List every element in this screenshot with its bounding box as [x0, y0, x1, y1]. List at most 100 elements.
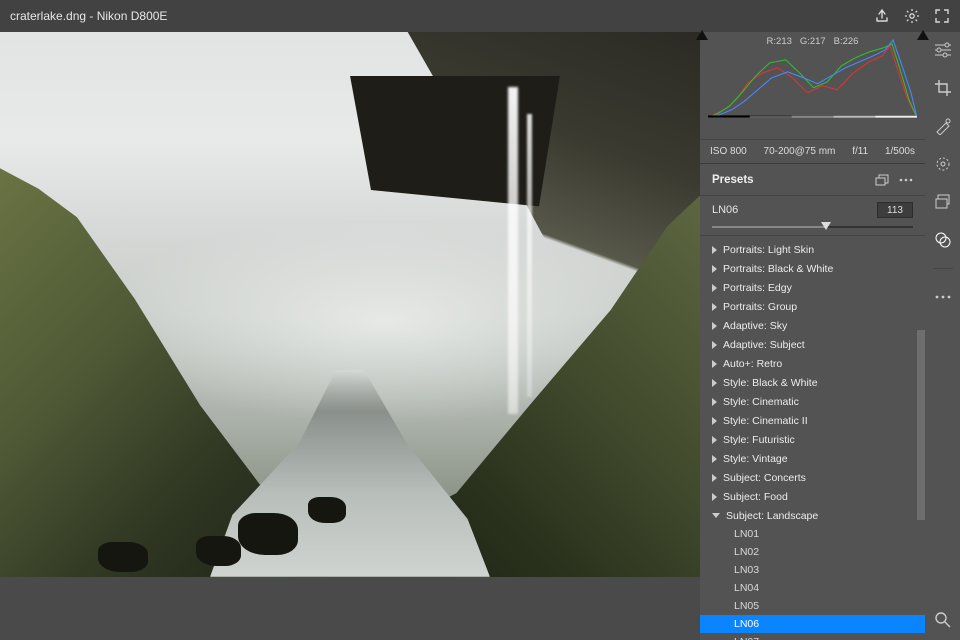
preset-group[interactable]: Adaptive: Subject [700, 335, 925, 354]
disclosure-triangle-icon [712, 513, 720, 518]
preset-group-label: Subject: Food [723, 491, 788, 503]
preset-group-label: Auto+: Retro [723, 358, 782, 370]
toolrail [925, 32, 960, 640]
crop-icon[interactable] [933, 78, 953, 98]
file-title: craterlake.dng - Nikon D800E [10, 9, 167, 23]
fullscreen-icon[interactable] [934, 8, 950, 24]
preset-group-label: Portraits: Black & White [723, 263, 833, 275]
preset-amount-label: LN06 [712, 204, 738, 216]
disclosure-triangle-icon [712, 436, 717, 444]
disclosure-triangle-icon [712, 455, 717, 463]
photo-rock [98, 542, 148, 572]
disclosure-triangle-icon [712, 322, 717, 330]
preset-group[interactable]: Adaptive: Sky [700, 316, 925, 335]
preset-amount-slider[interactable] [712, 226, 913, 228]
preset-item[interactable]: LN04 [700, 579, 925, 597]
disclosure-triangle-icon [712, 493, 717, 501]
preset-amount-fill [712, 226, 826, 228]
preset-group-label: Portraits: Light Skin [723, 244, 814, 256]
title-sep: - [86, 9, 97, 23]
presets-title: Presets [712, 174, 754, 186]
disclosure-triangle-icon [712, 303, 717, 311]
preset-amount: LN06 113 [700, 196, 925, 236]
export-icon[interactable] [874, 8, 890, 24]
preset-item[interactable]: LN03 [700, 561, 925, 579]
preset-amount-value[interactable]: 113 [877, 202, 913, 218]
preset-group-label: Adaptive: Sky [723, 320, 787, 332]
disclosure-triangle-icon [712, 417, 717, 425]
scrollbar-thumb[interactable] [917, 330, 925, 520]
preset-group[interactable]: Subject: Food [700, 487, 925, 506]
heal-brush-icon[interactable] [933, 116, 953, 136]
preset-amount-thumb[interactable] [821, 222, 831, 230]
disclosure-triangle-icon [712, 398, 717, 406]
toolrail-separator [933, 268, 953, 269]
photo-waterfall [508, 87, 518, 414]
layers-icon[interactable] [933, 192, 953, 212]
presets-header: Presets [700, 164, 925, 196]
preset-item[interactable]: LN05 [700, 597, 925, 615]
preset-item[interactable]: LN07 [700, 633, 925, 640]
preset-group-label: Style: Black & White [723, 377, 818, 389]
preset-group-label: Style: Futuristic [723, 434, 795, 446]
filename: craterlake.dng [10, 9, 86, 23]
histogram-section: R:213 G:217 B:226 [700, 32, 925, 140]
preset-group[interactable]: Style: Cinematic II [700, 411, 925, 430]
preset-group[interactable]: Subject: Concerts [700, 468, 925, 487]
disclosure-triangle-icon [712, 360, 717, 368]
zoom-icon[interactable] [933, 610, 953, 630]
preset-group[interactable]: Style: Futuristic [700, 430, 925, 449]
preset-group[interactable]: Style: Cinematic [700, 392, 925, 411]
disclosure-triangle-icon [712, 379, 717, 387]
preset-group-label: Portraits: Group [723, 301, 797, 313]
presets-icon[interactable] [933, 230, 953, 250]
canvas-image[interactable] [0, 32, 700, 577]
photo-waterfall-thin [527, 114, 532, 397]
exif-lens: 70-200@75 mm [764, 146, 836, 157]
disclosure-triangle-icon [712, 341, 717, 349]
preset-group[interactable]: Style: Black & White [700, 373, 925, 392]
gear-icon[interactable] [904, 8, 920, 24]
preset-group[interactable]: Subject: Landscape [700, 506, 925, 525]
new-preset-icon[interactable] [875, 174, 889, 186]
disclosure-triangle-icon [712, 246, 717, 254]
more-tools-icon[interactable] [933, 287, 953, 307]
edit-sliders-icon[interactable] [933, 40, 953, 60]
camera-model: Nikon D800E [97, 9, 168, 23]
exif-shutter: 1/500s [885, 146, 915, 157]
preset-group-label: Adaptive: Subject [723, 339, 805, 351]
disclosure-triangle-icon [712, 265, 717, 273]
preset-item[interactable]: LN01 [700, 525, 925, 543]
exif-bar: ISO 800 70-200@75 mm f/11 1/500s [700, 140, 925, 164]
main: R:213 G:217 B:226 [0, 32, 960, 640]
preset-group-label: Style: Cinematic [723, 396, 799, 408]
canvas-footer-area [0, 577, 700, 640]
preset-group[interactable]: Portraits: Black & White [700, 259, 925, 278]
redeye-icon[interactable] [933, 154, 953, 174]
preset-group[interactable]: Auto+: Retro [700, 354, 925, 373]
preset-list: Portraits: Light Skin Portraits: Black & … [700, 236, 925, 640]
preset-group[interactable]: Portraits: Group [700, 297, 925, 316]
disclosure-triangle-icon [712, 284, 717, 292]
preset-group[interactable]: Portraits: Edgy [700, 278, 925, 297]
preset-group[interactable]: Portraits: Light Skin [700, 240, 925, 259]
preset-item[interactable]: LN06 [700, 615, 925, 633]
right-panel: R:213 G:217 B:226 [700, 32, 925, 640]
more-icon[interactable] [899, 178, 913, 182]
disclosure-triangle-icon [712, 474, 717, 482]
photo-rock [238, 513, 298, 555]
preset-group[interactable]: Style: Vintage [700, 449, 925, 468]
photo-rock [196, 536, 241, 566]
canvas-wrap [0, 32, 700, 640]
preset-group-label: Style: Cinematic II [723, 415, 808, 427]
exif-iso: ISO 800 [710, 146, 747, 157]
topbar: craterlake.dng - Nikon D800E [0, 0, 960, 32]
histogram[interactable] [708, 38, 917, 118]
preset-group-label: Subject: Landscape [726, 510, 818, 522]
presets-header-tools [875, 174, 913, 186]
preset-item[interactable]: LN02 [700, 543, 925, 561]
preset-group-label: Subject: Concerts [723, 472, 806, 484]
preset-group-label: Style: Vintage [723, 453, 788, 465]
topbar-left: craterlake.dng - Nikon D800E [10, 9, 167, 23]
preset-group-label: Portraits: Edgy [723, 282, 792, 294]
